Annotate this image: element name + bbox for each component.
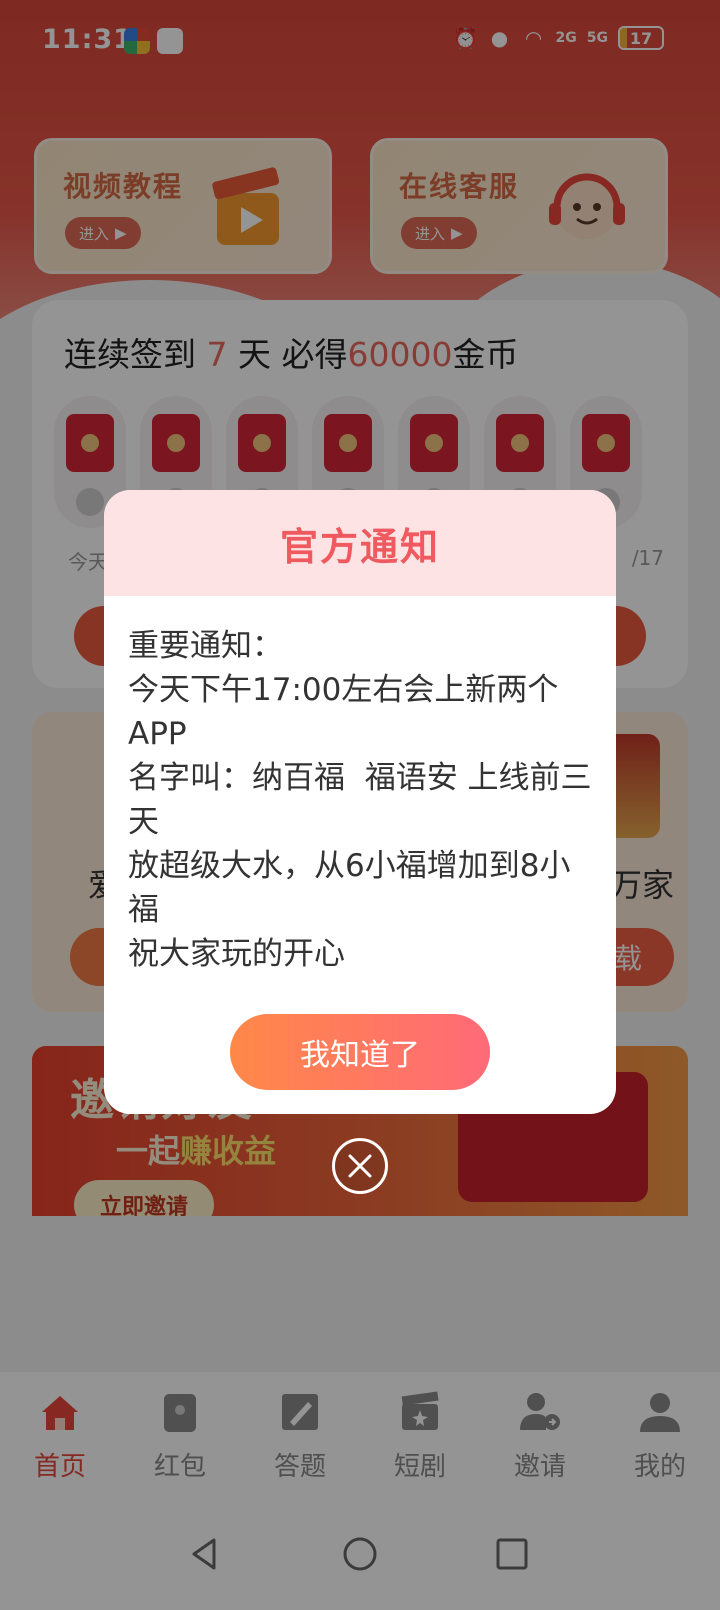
close-dialog-button[interactable]	[332, 1138, 388, 1194]
got-it-button[interactable]: 我知道了	[230, 1014, 490, 1090]
official-notice-dialog: 官方通知 重要通知： 今天下午17:00左右会上新两个APP 名字叫：纳百福 福…	[104, 490, 616, 1114]
notice-line: 今天下午17:00左右会上新两个APP	[128, 672, 559, 752]
dialog-header: 官方通知	[104, 490, 616, 596]
close-icon	[348, 1154, 372, 1178]
notice-line: 放超级大水，从6小福增加到8小福	[128, 848, 571, 928]
dialog-title: 官方通知	[279, 524, 440, 569]
notice-line: 重要通知：	[128, 628, 283, 664]
notice-line: 祝大家玩的开心	[128, 936, 345, 972]
dialog-body: 重要通知： 今天下午17:00左右会上新两个APP 名字叫：纳百福 福语安 上线…	[104, 596, 616, 976]
notice-line: 名字叫：纳百福 福语安 上线前三天	[128, 760, 592, 840]
